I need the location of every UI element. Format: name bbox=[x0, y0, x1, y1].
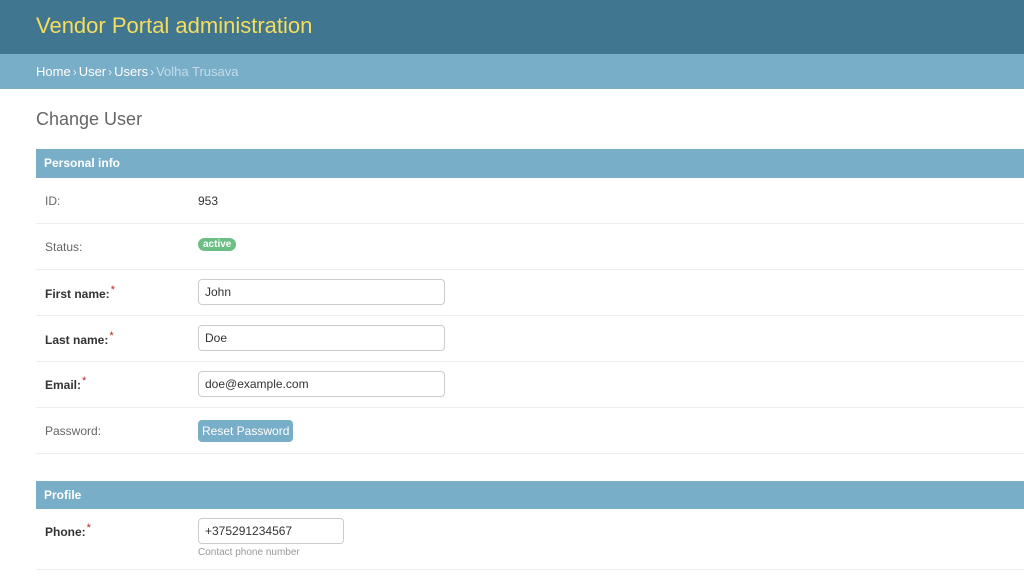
fieldset-heading-personal-info: Personal info bbox=[36, 149, 1024, 178]
page-title: Change User bbox=[36, 109, 143, 129]
email-field[interactable]: doe@example.com bbox=[198, 371, 445, 397]
breadcrumb-separator: › bbox=[72, 65, 77, 79]
status-label: Status: bbox=[45, 240, 83, 254]
id-value: 953 bbox=[198, 194, 219, 208]
first-name-label: First name:* bbox=[45, 284, 115, 301]
status-badge: active bbox=[198, 238, 237, 251]
field-row-last-name: Last name:* Doe bbox=[36, 316, 1024, 362]
breadcrumb-home[interactable]: Home bbox=[36, 64, 71, 79]
required-marker: * bbox=[109, 330, 114, 342]
phone-label: Phone:* bbox=[45, 522, 91, 539]
breadcrumb-current: Volha Trusava bbox=[156, 64, 239, 79]
last-name-label: Last name:* bbox=[45, 330, 114, 347]
password-label: Password: bbox=[45, 424, 102, 438]
fieldset-heading-profile: Profile bbox=[36, 481, 1024, 509]
field-row-first-name: First name:* John bbox=[36, 270, 1024, 316]
field-row-id: ID: 953 bbox=[36, 178, 1024, 224]
breadcrumb: Home › User › Users › Volha Trusava bbox=[0, 54, 1024, 89]
breadcrumb-separator: › bbox=[150, 65, 155, 79]
site-name-link[interactable]: Vendor Portal administration bbox=[36, 13, 312, 39]
field-row-phone: Phone:* +375291234567 Contact phone numb… bbox=[36, 509, 1024, 570]
last-name-field[interactable]: Doe bbox=[198, 325, 445, 351]
breadcrumb-separator: › bbox=[108, 65, 113, 79]
phone-help-text: Contact phone number bbox=[198, 547, 300, 558]
required-marker: * bbox=[86, 522, 91, 534]
required-marker: * bbox=[82, 375, 87, 387]
id-label: ID: bbox=[45, 194, 61, 208]
phone-field[interactable]: +375291234567 bbox=[198, 518, 344, 544]
site-header: Vendor Portal administration bbox=[0, 0, 1024, 54]
required-marker: * bbox=[110, 284, 115, 296]
breadcrumb-user-app[interactable]: User bbox=[79, 64, 106, 79]
field-row-email: Email:* doe@example.com bbox=[36, 362, 1024, 408]
field-row-status: Status: active bbox=[36, 224, 1024, 270]
email-label: Email:* bbox=[45, 375, 87, 392]
breadcrumb-users[interactable]: Users bbox=[114, 64, 148, 79]
first-name-field[interactable]: John bbox=[198, 279, 445, 305]
reset-password-button[interactable]: Reset Password bbox=[198, 420, 294, 442]
field-row-password: Password: Reset Password bbox=[36, 408, 1024, 454]
